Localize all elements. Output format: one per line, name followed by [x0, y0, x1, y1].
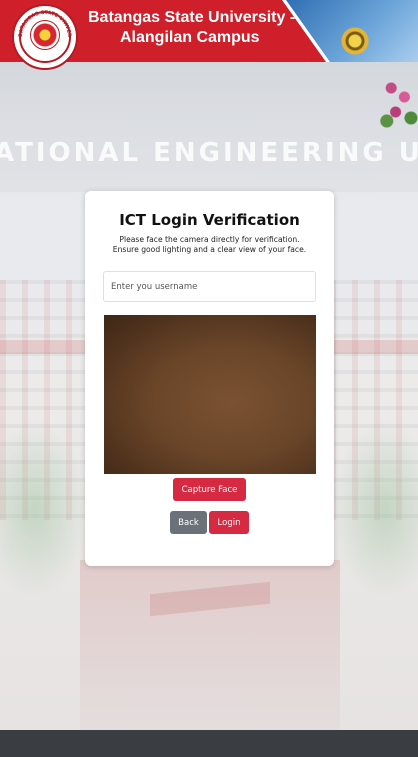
building-sign-text: ATIONAL ENGINEERING U	[0, 138, 418, 168]
instruction-line1: Please face the camera directly for veri…	[119, 235, 300, 244]
flower-decoration	[378, 70, 418, 130]
trees-left	[0, 420, 90, 600]
site-header: BATANGAS STATE UNIVERSITY Batangas State…	[0, 0, 418, 70]
back-button[interactable]: Back	[170, 511, 207, 534]
username-input[interactable]	[103, 271, 316, 302]
trees-right	[330, 420, 418, 600]
verification-card: ICT Login Verification Please face the c…	[85, 191, 334, 566]
building-silhouette	[0, 62, 418, 192]
page-footer	[0, 730, 418, 757]
header-title-line2: Alangilan Campus	[120, 29, 260, 46]
campus-gate	[80, 560, 340, 730]
svg-text:BATANGAS STATE UNIVERSITY: BATANGAS STATE UNIVERSITY	[14, 6, 72, 37]
engineering-gear-icon	[335, 21, 375, 61]
capture-face-button[interactable]: Capture Face	[173, 478, 246, 501]
login-button[interactable]: Login	[209, 511, 249, 534]
instructions: Please face the camera directly for veri…	[85, 235, 334, 255]
university-logo: BATANGAS STATE UNIVERSITY	[12, 4, 78, 70]
header-title-line1: Batangas State University -	[88, 9, 296, 26]
page-title: ICT Login Verification	[119, 211, 300, 229]
instruction-line2: Ensure good lighting and a clear view of…	[112, 245, 307, 254]
camera-preview	[104, 315, 316, 474]
logo-ring-text: BATANGAS STATE UNIVERSITY	[14, 6, 72, 37]
